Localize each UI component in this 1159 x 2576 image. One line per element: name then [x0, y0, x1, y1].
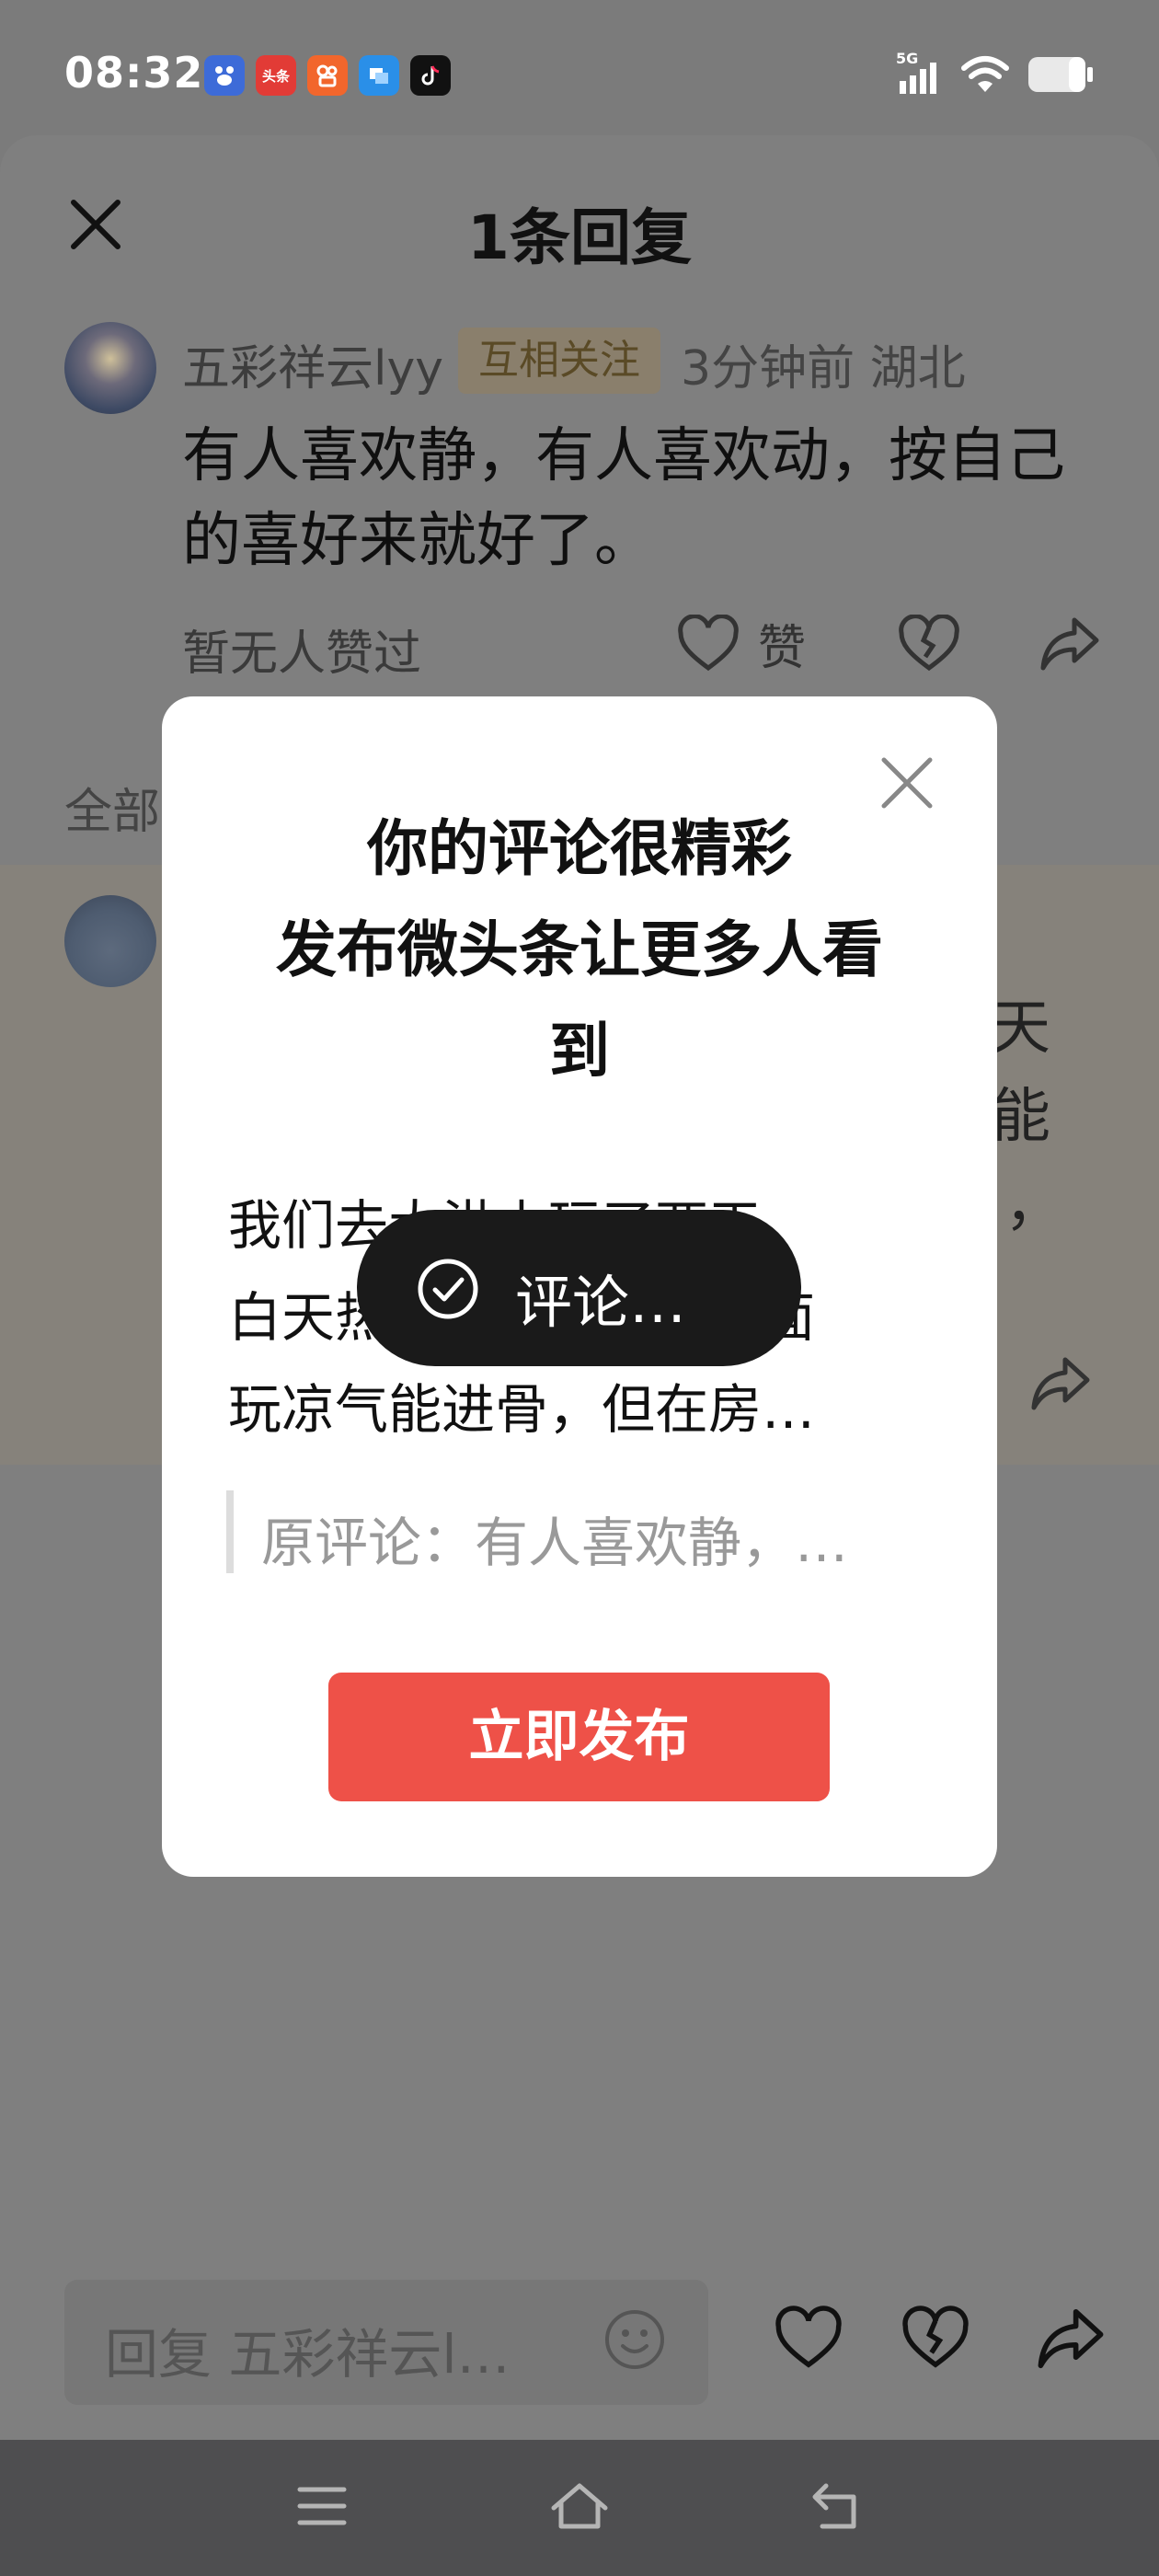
message-icon [359, 55, 399, 96]
signal-icon: 5G [896, 50, 944, 96]
publish-now-button[interactable]: 立即发布 [328, 1673, 830, 1801]
quote-divider [226, 1490, 234, 1573]
avatar[interactable] [64, 895, 156, 987]
system-status-icons: 5G [896, 50, 1095, 96]
kuaishou-icon [307, 55, 348, 96]
share-icon[interactable] [1034, 2306, 1107, 2372]
original-comment-quote: 原评论：有人喜欢静，… [261, 1512, 849, 1574]
home-icon[interactable] [548, 2480, 611, 2532]
battery-icon [1028, 57, 1093, 92]
all-replies-header: 全部 [64, 785, 161, 840]
notification-app-icons: 头条 [204, 55, 451, 96]
comment-username[interactable]: 五彩祥云lyy [182, 329, 443, 398]
dialog-title-line: 你的评论很精彩 [367, 813, 792, 884]
dislike-icon[interactable] [898, 614, 960, 673]
dislike-icon[interactable] [901, 2306, 970, 2372]
status-bar: 08:32 头条 5G [0, 0, 1159, 138]
like-label[interactable]: 赞 [758, 609, 806, 678]
toast-message: 评论… [515, 1269, 687, 1336]
share-icon[interactable] [1028, 1354, 1093, 1413]
reply-text-fragment: 天 [992, 995, 1050, 1063]
comment-text: 有人喜欢静，有人喜欢动，按自己的喜好来就好了。 [182, 422, 1065, 575]
dialog-title: 你的评论很精彩 发布微头条让更多人看 到 [217, 799, 942, 1102]
wifi-icon [961, 56, 1009, 92]
baidu-icon [204, 55, 245, 96]
reply-text-fragment: 能 [992, 1083, 1050, 1151]
comment-actions: 赞 [677, 609, 1102, 678]
reply-input-placeholder: 回复 五彩祥云l… [105, 2323, 511, 2386]
avatar[interactable] [64, 322, 156, 414]
comment-meta: 3分钟前 湖北 [681, 341, 966, 397]
dialog-title-line: 发布微头条让更多人看 [276, 914, 883, 985]
check-circle-icon [418, 1259, 478, 1319]
status-time: 08:32 [64, 48, 204, 98]
toutiao-badge-label: 头条 [261, 67, 290, 85]
back-icon[interactable] [809, 2480, 865, 2532]
share-icon[interactable] [1038, 615, 1102, 673]
reply-text-fragment: ， [1004, 1171, 1063, 1239]
like-icon[interactable] [677, 614, 740, 673]
dialog-title-line: 到 [549, 1016, 610, 1087]
sheet-title: 1条回复 [467, 202, 692, 273]
likes-summary: 暂无人赞过 [182, 627, 422, 682]
menu-icon[interactable] [296, 2480, 348, 2532]
mutual-follow-badge: 互相关注 [458, 328, 660, 394]
tiktok-icon [410, 55, 451, 96]
toutiao-icon: 头条 [256, 55, 296, 96]
emoji-icon[interactable] [602, 2307, 667, 2372]
like-icon[interactable] [775, 2306, 843, 2372]
